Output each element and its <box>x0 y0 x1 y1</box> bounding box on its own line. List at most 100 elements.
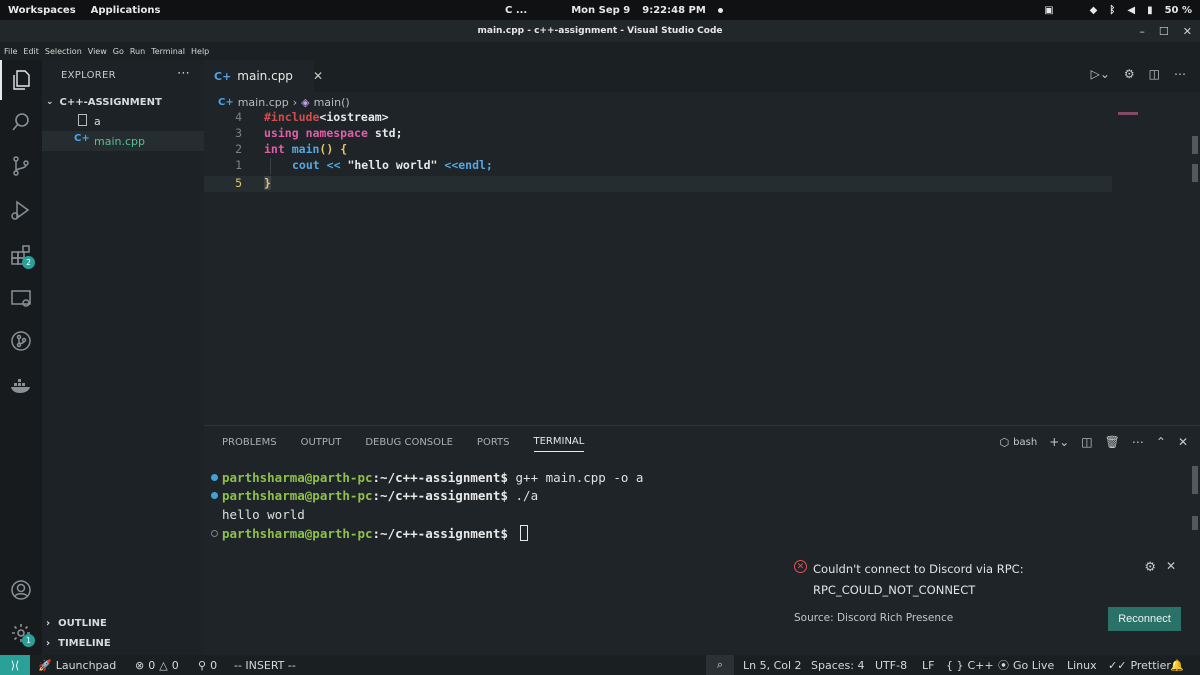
launchpad-item[interactable]: 🚀 Launchpad <box>38 655 116 675</box>
line-number: 1 <box>235 158 242 172</box>
file-item-main-cpp[interactable]: C+ main.cpp <box>42 131 204 151</box>
menu-view[interactable]: View <box>88 47 107 56</box>
menu-file[interactable]: File <box>4 47 17 56</box>
new-terminal-icon[interactable]: +⌄ <box>1049 435 1069 449</box>
outline-section[interactable]: › OUTLINE <box>46 618 107 629</box>
ports-item[interactable]: ⚲ 0 <box>198 655 217 675</box>
gear-icon[interactable]: ⚙ <box>1144 560 1156 575</box>
language-label: C++ <box>967 658 994 672</box>
remote-indicator-icon[interactable]: ⟩⟨ <box>0 655 30 675</box>
tab-debug-console[interactable]: DEBUG CONSOLE <box>365 432 453 452</box>
more-actions-icon[interactable]: ⋯ <box>1174 67 1186 81</box>
language-mode[interactable]: { } C++ <box>946 655 994 675</box>
split-terminal-icon[interactable]: ◫ <box>1081 435 1092 449</box>
prettier-item[interactable]: ✓✓ Prettier <box>1108 655 1171 675</box>
volume-icon[interactable]: ◀ <box>1127 5 1135 16</box>
docker-icon <box>11 379 30 393</box>
bluetooth-icon[interactable]: ᛒ <box>1109 5 1115 16</box>
tab-problems[interactable]: PROBLEMS <box>222 432 277 452</box>
bell-icon[interactable]: 🔔 <box>1170 655 1184 675</box>
menu-selection[interactable]: Selection <box>45 47 82 56</box>
timeline-section[interactable]: › TIMELINE <box>46 638 111 649</box>
window-title: main.cpp - c++-assignment - Visual Studi… <box>477 26 723 36</box>
line-number: 4 <box>235 110 242 124</box>
minimize-icon[interactable]: – <box>1139 25 1145 38</box>
close-panel-icon[interactable]: ✕ <box>1178 435 1188 449</box>
search-activity[interactable] <box>0 102 42 142</box>
source-control-activity[interactable] <box>0 146 42 186</box>
tab-main-cpp[interactable]: C+ main.cpp ✕ <box>204 60 323 92</box>
manage-activity[interactable]: 1 <box>0 613 42 653</box>
chevron-down-icon: ⌄ <box>46 97 54 107</box>
remote-explorer-activity[interactable] <box>0 278 42 318</box>
run-debug-activity[interactable] <box>0 190 42 230</box>
docker-activity[interactable] <box>0 365 42 405</box>
code-line: 2 int main() { <box>204 142 1200 158</box>
maximize-icon[interactable]: ☐ <box>1159 25 1169 38</box>
end-of-line[interactable]: LF <box>922 655 934 675</box>
top-indicator[interactable]: C ... <box>505 5 527 16</box>
applications-menu[interactable]: Applications <box>91 5 161 16</box>
antenna-icon: ⚲ <box>198 658 207 672</box>
breadcrumb-file[interactable]: main.cpp <box>238 96 289 109</box>
file-item-a[interactable]: a <box>42 111 204 131</box>
explorer-activity[interactable] <box>0 60 42 100</box>
tab-terminal[interactable]: TERMINAL <box>533 432 585 452</box>
tray-icon[interactable]: ▣ <box>1044 5 1053 16</box>
close-icon[interactable]: ✕ <box>1166 559 1176 573</box>
encoding[interactable]: UTF-8 <box>875 655 907 675</box>
wifi-icon[interactable]: ◆ <box>1090 5 1098 16</box>
terminal-shell-label[interactable]: bash <box>1013 437 1037 448</box>
prompt-user: parthsharma@parth-pc <box>222 487 373 503</box>
more-actions-icon[interactable]: ⋯ <box>177 66 190 81</box>
editor-scrollbar[interactable] <box>1192 136 1198 154</box>
extensions-activity[interactable]: 2 <box>0 235 42 275</box>
workspaces-menu[interactable]: Workspaces <box>8 5 76 16</box>
close-window-icon[interactable]: ✕ <box>1183 25 1192 38</box>
zoom-icon[interactable]: ⌕ <box>706 655 734 675</box>
terminal-scrollbar-thumb[interactable] <box>1192 516 1198 530</box>
editor-actions: ▷⌄ ⚙ ◫ ⋯ <box>1091 67 1186 81</box>
tab-output[interactable]: OUTPUT <box>301 432 342 452</box>
menu-help[interactable]: Help <box>191 47 209 56</box>
menu-terminal[interactable]: Terminal <box>151 47 185 56</box>
menu-edit[interactable]: Edit <box>23 47 39 56</box>
more-actions-icon[interactable]: ⋯ <box>1132 435 1144 449</box>
code-token: int <box>264 142 285 156</box>
prompt-symbol: $ <box>500 469 516 485</box>
go-live-item[interactable]: ⦿ Go Live <box>998 655 1054 675</box>
accounts-activity[interactable] <box>0 570 42 610</box>
menu-go[interactable]: Go <box>113 47 124 56</box>
close-icon[interactable]: ✕ <box>313 69 323 83</box>
clock-date[interactable]: Mon Sep 9 <box>571 5 630 16</box>
editor-area: C+ main.cpp ✕ ▷⌄ ⚙ ◫ ⋯ C+ main.cpp › ◈ m… <box>204 60 1200 425</box>
terminal-scrollbar[interactable] <box>1192 466 1198 494</box>
terminal-command: g++ main.cpp -o a <box>515 469 644 485</box>
run-file-icon[interactable]: ▷⌄ <box>1091 67 1110 81</box>
command-success-icon[interactable] <box>211 473 218 481</box>
code-token: std; <box>374 126 403 140</box>
maximize-panel-icon[interactable]: ⌃ <box>1156 435 1166 449</box>
reconnect-button[interactable]: Reconnect <box>1108 607 1181 631</box>
command-success-icon[interactable] <box>211 491 218 499</box>
gear-icon[interactable]: ⚙ <box>1124 67 1135 81</box>
menu-bar: File Edit Selection View Go Run Terminal… <box>0 42 1200 60</box>
battery-icon[interactable]: ▮ <box>1147 5 1153 16</box>
split-editor-icon[interactable]: ◫ <box>1149 67 1160 81</box>
terminal-line: parthsharma@parth-pc:~/c++-assignment$ g… <box>204 468 1200 486</box>
problems-item[interactable]: ⊗ 0 △ 0 <box>135 655 179 675</box>
cursor-position[interactable]: Ln 5, Col 2 <box>743 655 802 675</box>
os-indicator[interactable]: Linux <box>1067 655 1097 675</box>
trash-icon[interactable]: 🗑 <box>1105 435 1120 449</box>
breadcrumb-symbol[interactable]: main() <box>314 96 350 109</box>
timeline-title: TIMELINE <box>58 638 111 649</box>
system-top-bar: Workspaces Applications C ... Mon Sep 9 … <box>0 0 1200 20</box>
folder-c++-assignment[interactable]: ⌄ C++-ASSIGNMENT <box>46 94 204 110</box>
indentation[interactable]: Spaces: 4 <box>811 655 864 675</box>
minimap[interactable] <box>1118 112 1138 115</box>
tab-ports[interactable]: PORTS <box>477 432 510 452</box>
clock-time[interactable]: 9:22:48 PM <box>642 5 706 16</box>
git-graph-activity[interactable] <box>0 321 42 361</box>
menu-run[interactable]: Run <box>130 47 145 56</box>
editor-scrollbar-thumb[interactable] <box>1192 164 1198 182</box>
